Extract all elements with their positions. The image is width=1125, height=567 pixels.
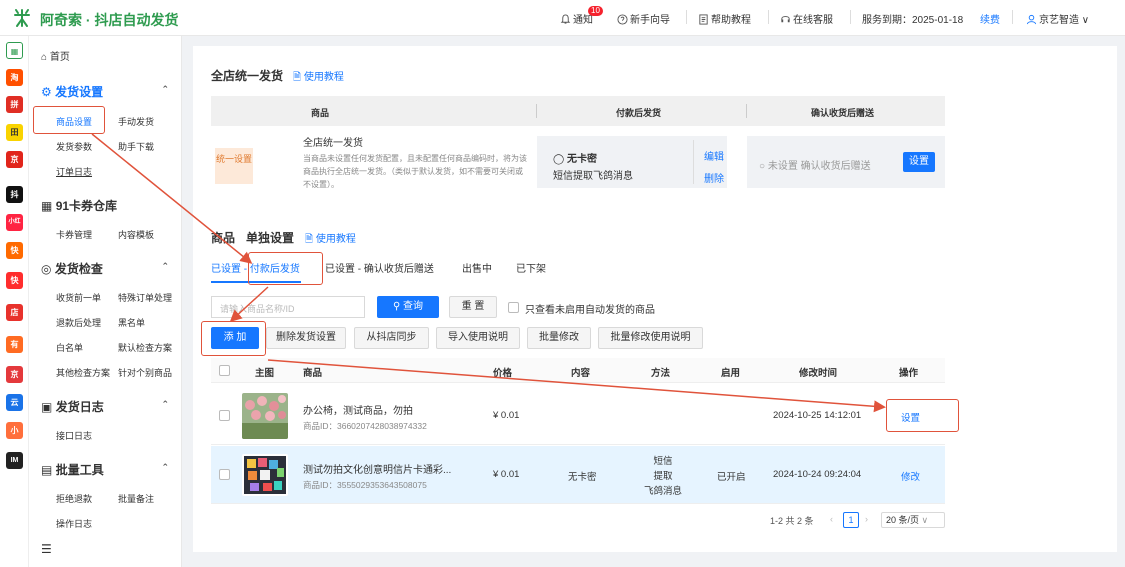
annotation-arrows [91,133,886,413]
